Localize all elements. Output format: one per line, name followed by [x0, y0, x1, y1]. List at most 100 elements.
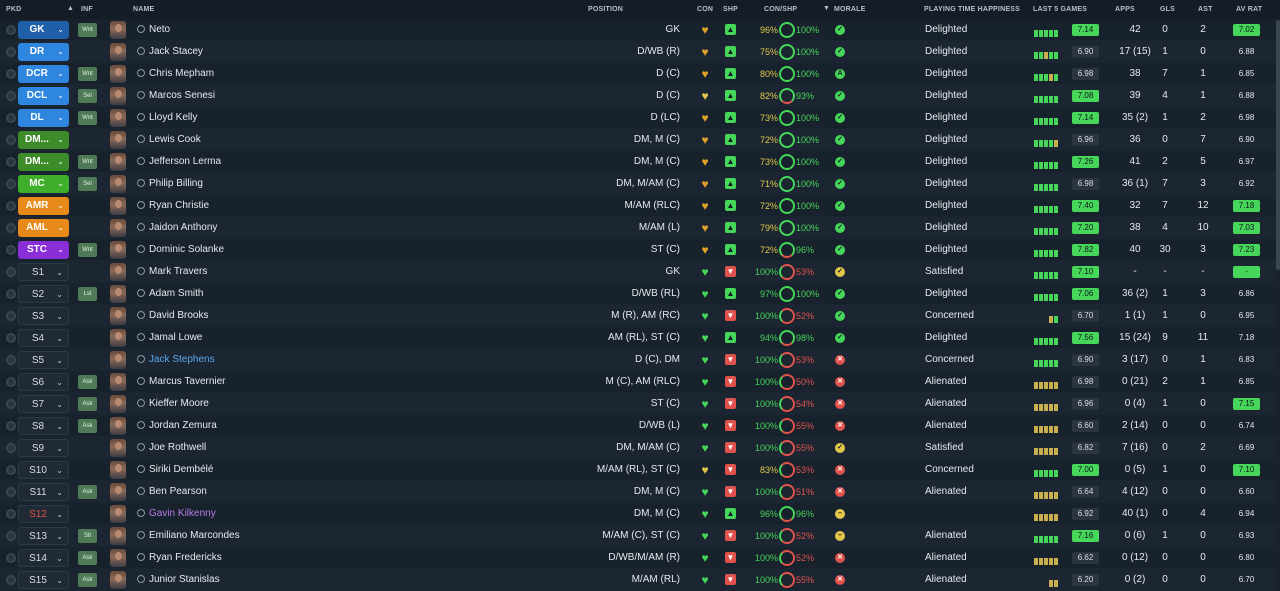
- player-name-link[interactable]: Joe Rothwell: [137, 437, 206, 459]
- player-name-link[interactable]: Jack Stephens: [137, 349, 215, 371]
- column-header-position[interactable]: POSITION: [588, 6, 623, 13]
- table-row[interactable]: S1 ⌄ Mark Travers GK ♥ ▼ 100% 53% ✓ Satisfied 7.10…: [0, 261, 1276, 283]
- info-badge[interactable]: Ask: [78, 551, 97, 565]
- selection-dot-icon[interactable]: [6, 443, 16, 453]
- player-name-link[interactable]: Chris Mepham: [137, 63, 214, 85]
- picked-position-dropdown[interactable]: S15 ⌄: [18, 571, 69, 589]
- column-header-pkd[interactable]: PKD: [6, 6, 21, 13]
- selection-dot-icon[interactable]: [6, 201, 16, 211]
- picked-position-dropdown[interactable]: S8 ⌄: [18, 417, 69, 435]
- info-badge[interactable]: Ask: [78, 573, 97, 587]
- player-name-link[interactable]: Ryan Fredericks: [137, 547, 222, 569]
- column-header-morale[interactable]: MORALE: [834, 6, 866, 13]
- table-row[interactable]: S8 ⌄ Ask Jordan Zemura D/WB (L) ♥ ▼ 100% 55% ✕ Ali…: [0, 415, 1276, 437]
- selection-dot-icon[interactable]: [6, 179, 16, 189]
- table-row[interactable]: AML ⌄ Jaidon Anthony M/AM (L) ♥ ▲ 79% 100% ✓ Deli…: [0, 217, 1276, 239]
- picked-position-dropdown[interactable]: DCR ⌄: [18, 65, 69, 83]
- column-header-con-shp[interactable]: CON/SHP: [764, 6, 797, 13]
- player-name-link[interactable]: Marcos Senesi: [137, 85, 215, 107]
- info-badge[interactable]: Wnt: [78, 23, 97, 37]
- player-name-link[interactable]: Lloyd Kelly: [137, 107, 197, 129]
- scrollbar-thumb[interactable]: [1276, 20, 1280, 270]
- player-name-link[interactable]: Jefferson Lerma: [137, 151, 221, 173]
- column-header-ast[interactable]: AST: [1198, 6, 1213, 13]
- table-row[interactable]: S3 ⌄ David Brooks M (R), AM (RC) ♥ ▼ 100% 52% ✓ C…: [0, 305, 1276, 327]
- info-badge[interactable]: Ask: [78, 375, 97, 389]
- table-row[interactable]: S13 ⌄ Slt Emiliano Marcondes M/AM (C), ST (C…: [0, 525, 1276, 547]
- player-name-link[interactable]: Ben Pearson: [137, 481, 207, 503]
- picked-position-dropdown[interactable]: DM... ⌄: [18, 131, 69, 149]
- selection-dot-icon[interactable]: [6, 113, 16, 123]
- table-row[interactable]: S6 ⌄ Ask Marcus Tavernier M (C), AM (RLC) ♥ ▼ 1…: [0, 371, 1276, 393]
- player-name-link[interactable]: Marcus Tavernier: [137, 371, 226, 393]
- selection-dot-icon[interactable]: [6, 267, 16, 277]
- picked-position-dropdown[interactable]: AML ⌄: [18, 219, 69, 237]
- selection-dot-icon[interactable]: [6, 223, 16, 233]
- info-badge[interactable]: Lst: [78, 287, 97, 301]
- picked-position-dropdown[interactable]: AMR ⌄: [18, 197, 69, 215]
- table-row[interactable]: STC ⌄ Wnt Dominic Solanke ST (C) ♥ ▲ 72% 96% ✓ Del…: [0, 239, 1276, 261]
- picked-position-dropdown[interactable]: DCL ⌄: [18, 87, 69, 105]
- player-name-link[interactable]: Jack Stacey: [137, 41, 203, 63]
- picked-position-dropdown[interactable]: S9 ⌄: [18, 439, 69, 457]
- table-row[interactable]: S12 ⌄ Gavin Kilkenny DM, M (C) ♥ ▲ 96% 96% – 6.92…: [0, 503, 1276, 525]
- player-name-link[interactable]: Dominic Solanke: [137, 239, 224, 261]
- picked-position-dropdown[interactable]: DL ⌄: [18, 109, 69, 127]
- table-row[interactable]: GK ⌄ Wnt Neto GK ♥ ▲ 96% 100% ✓ Delighted 7.14 42 0 2 7…: [0, 19, 1276, 41]
- player-name-link[interactable]: Emiliano Marcondes: [137, 525, 240, 547]
- picked-position-dropdown[interactable]: S14 ⌄: [18, 549, 69, 567]
- selection-dot-icon[interactable]: [6, 575, 16, 585]
- picked-position-dropdown[interactable]: S11 ⌄: [18, 483, 69, 501]
- info-badge[interactable]: Wnt: [78, 155, 97, 169]
- table-row[interactable]: MC ⌄ Sel Philip Billing DM, M/AM (C) ♥ ▲ 71% 100…: [0, 173, 1276, 195]
- selection-dot-icon[interactable]: [6, 509, 16, 519]
- selection-dot-icon[interactable]: [6, 553, 16, 563]
- player-name-link[interactable]: Kieffer Moore: [137, 393, 209, 415]
- player-name-link[interactable]: Siriki Dembélé: [137, 459, 213, 481]
- picked-position-dropdown[interactable]: S12 ⌄: [18, 505, 69, 523]
- player-name-link[interactable]: Jaidon Anthony: [137, 217, 217, 239]
- table-row[interactable]: DM... ⌄ Lewis Cook DM, M (C) ♥ ▲ 72% 100% ✓ Delig…: [0, 129, 1276, 151]
- table-row[interactable]: S2 ⌄ Lst Adam Smith D/WB (RL) ♥ ▲ 97% 100% ✓ Delig…: [0, 283, 1276, 305]
- player-name-link[interactable]: Jordan Zemura: [137, 415, 217, 437]
- selection-dot-icon[interactable]: [6, 487, 16, 497]
- table-row[interactable]: DCR ⌄ Wnt Chris Mepham D (C) ♥ ▲ 80% 100% A Deligh…: [0, 63, 1276, 85]
- selection-dot-icon[interactable]: [6, 91, 16, 101]
- table-row[interactable]: S11 ⌄ Ask Ben Pearson DM, M (C) ♥ ▼ 100% 51% ✕ Ali…: [0, 481, 1276, 503]
- selection-dot-icon[interactable]: [6, 333, 16, 343]
- picked-position-dropdown[interactable]: DR ⌄: [18, 43, 69, 61]
- info-badge[interactable]: Sel: [78, 177, 97, 191]
- player-name-link[interactable]: David Brooks: [137, 305, 208, 327]
- sort-up-icon[interactable]: ▲: [67, 5, 74, 12]
- selection-dot-icon[interactable]: [6, 377, 16, 387]
- selection-dot-icon[interactable]: [6, 135, 16, 145]
- selection-dot-icon[interactable]: [6, 245, 16, 255]
- picked-position-dropdown[interactable]: S1 ⌄: [18, 263, 69, 281]
- column-header-name[interactable]: NAME: [133, 6, 154, 13]
- player-name-link[interactable]: Ryan Christie: [137, 195, 209, 217]
- selection-dot-icon[interactable]: [6, 399, 16, 409]
- table-row[interactable]: S10 ⌄ Siriki Dembélé M/AM (RL), ST (C) ♥ ▼ 83%…: [0, 459, 1276, 481]
- picked-position-dropdown[interactable]: S10 ⌄: [18, 461, 69, 479]
- info-badge[interactable]: Wnt: [78, 67, 97, 81]
- selection-dot-icon[interactable]: [6, 355, 16, 365]
- table-row[interactable]: DM... ⌄ Wnt Jefferson Lerma DM, M (C) ♥ ▲ 73% 10…: [0, 151, 1276, 173]
- player-name-link[interactable]: Jamal Lowe: [137, 327, 202, 349]
- column-header-apps[interactable]: APPS: [1115, 6, 1135, 13]
- picked-position-dropdown[interactable]: STC ⌄: [18, 241, 69, 259]
- table-row[interactable]: S14 ⌄ Ask Ryan Fredericks D/WB/M/AM (R) ♥ ▼ 100…: [0, 547, 1276, 569]
- picked-position-dropdown[interactable]: S2 ⌄: [18, 285, 69, 303]
- player-name-link[interactable]: Gavin Kilkenny: [137, 503, 216, 525]
- table-row[interactable]: DCL ⌄ Sel Marcos Senesi D (C) ♥ ▲ 82% 93% ✓ Deligh…: [0, 85, 1276, 107]
- selection-dot-icon[interactable]: [6, 421, 16, 431]
- column-header-shp[interactable]: SHP: [723, 6, 738, 13]
- picked-position-dropdown[interactable]: DM... ⌄: [18, 153, 69, 171]
- column-header-last5[interactable]: LAST 5 GAMES: [1033, 6, 1087, 13]
- selection-dot-icon[interactable]: [6, 25, 16, 35]
- table-row[interactable]: DR ⌄ Jack Stacey D/WB (R) ♥ ▲ 75% 100% ✓ Delighte…: [0, 41, 1276, 63]
- player-name-link[interactable]: Junior Stanislas: [137, 569, 220, 591]
- picked-position-dropdown[interactable]: S6 ⌄: [18, 373, 69, 391]
- column-header-inf[interactable]: INF: [81, 6, 93, 13]
- info-badge[interactable]: Slt: [78, 529, 97, 543]
- picked-position-dropdown[interactable]: S5 ⌄: [18, 351, 69, 369]
